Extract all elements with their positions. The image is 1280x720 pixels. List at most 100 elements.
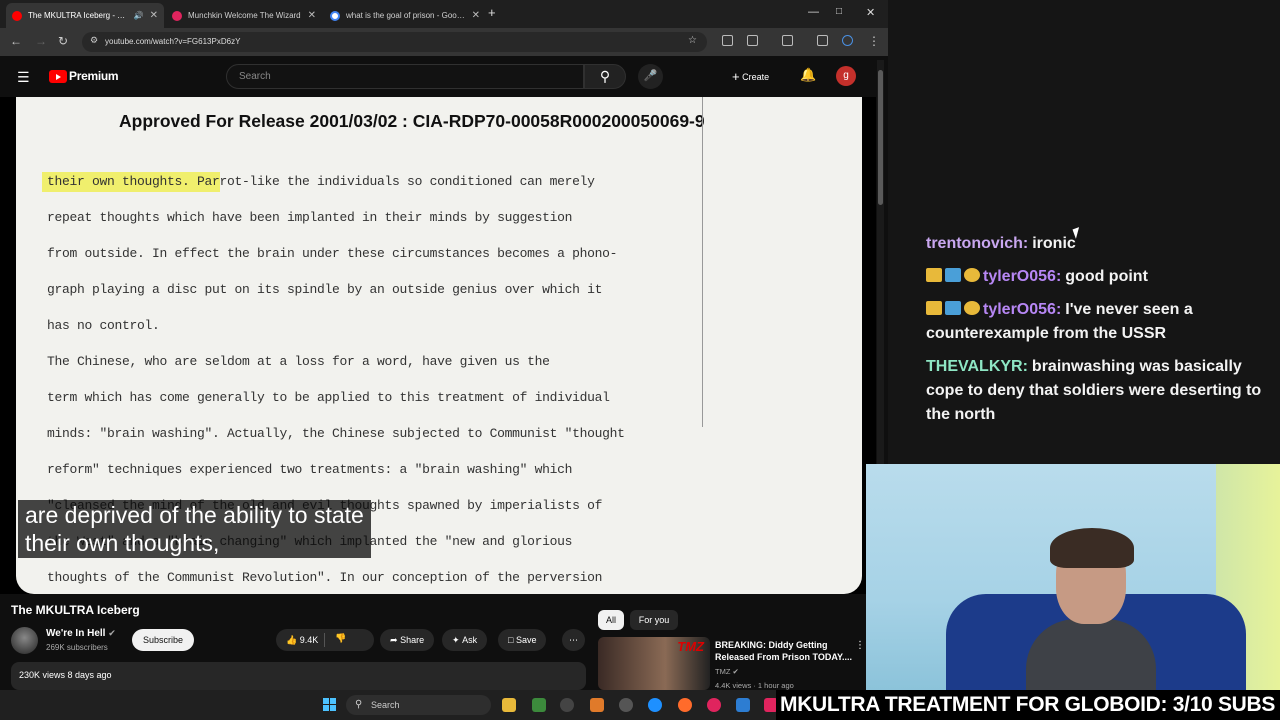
microphone-icon[interactable]: 🎤: [638, 64, 663, 89]
sidebar-icon[interactable]: [782, 35, 793, 46]
search-icon: ⚲: [355, 699, 363, 710]
hamburger-menu-icon[interactable]: ☰: [17, 69, 30, 86]
downloads-icon[interactable]: [817, 35, 828, 46]
channel-name[interactable]: We're In Hell ✔: [46, 628, 116, 639]
plus-icon: +: [732, 69, 740, 84]
new-tab-button[interactable]: +: [488, 5, 496, 20]
recommended-title[interactable]: BREAKING: Diddy Getting Released From Pr…: [715, 639, 855, 663]
thumbnail-logo: TMZ: [677, 639, 704, 654]
reload-icon[interactable]: ↻: [58, 34, 68, 48]
video-captions: are deprived of the ability to state the…: [18, 500, 371, 558]
forward-icon[interactable]: →: [35, 34, 47, 48]
create-label: Create: [742, 72, 770, 82]
extensions-icon[interactable]: [747, 35, 758, 46]
share-button[interactable]: ➦ Share: [380, 629, 435, 651]
more-actions-button[interactable]: ⋯: [562, 629, 585, 651]
doc-line: minds: "brain washing". Actually, the Ch…: [47, 426, 625, 441]
youtube-favicon-icon: [12, 10, 22, 21]
recommended-channel[interactable]: TMZ ✔: [715, 667, 739, 676]
chat-message: tylerO056: good point: [926, 265, 1266, 289]
page-fold-line: [702, 97, 703, 427]
subscriber-count: 269K subscribers: [46, 643, 108, 652]
chip-for-you[interactable]: For you: [630, 610, 678, 630]
premium-logo-text[interactable]: Premium: [69, 69, 119, 83]
youtube-logo-icon[interactable]: [49, 70, 67, 83]
dislike-button[interactable]: 👎: [324, 633, 356, 647]
chat-username: tylerO056:: [983, 268, 1062, 285]
audio-icon[interactable]: 🔊: [134, 11, 144, 20]
save-button[interactable]: □ Save: [498, 629, 547, 651]
app-icon[interactable]: [590, 698, 604, 712]
tab-youtube[interactable]: The MKULTRA Iceberg - YouTube 🔊 ✕: [6, 3, 164, 28]
sub-badge-icon: [945, 268, 961, 282]
close-tab-icon[interactable]: ✕: [472, 10, 480, 21]
like-dislike-group: 👍 9.4K 👎: [276, 629, 374, 651]
verified-icon: ✔: [108, 628, 116, 638]
google-favicon-icon: [330, 10, 340, 21]
back-icon[interactable]: ←: [10, 34, 22, 48]
tab-google[interactable]: what is the goal of prison - Google Sear…: [324, 3, 486, 28]
notifications-bell-icon[interactable]: 🔔: [800, 67, 816, 83]
like-button[interactable]: 👍 9.4K: [276, 635, 324, 646]
chat-message: THEVALKYR: brainwashing was basically cop…: [926, 355, 1266, 427]
doc-line: has no control.: [47, 318, 160, 333]
reading-list-icon[interactable]: [722, 35, 733, 46]
streamer-body: [1026, 619, 1156, 690]
doc-line: their own thoughts. Parrot-like the indi…: [47, 174, 595, 189]
maximize-button[interactable]: □: [836, 6, 842, 17]
doc-line: repeat thoughts which have been implante…: [47, 210, 573, 225]
share-icon: ➦: [390, 634, 398, 645]
webcam-feed: [866, 464, 1280, 690]
sparkle-icon: ✦: [452, 634, 460, 645]
scrollbar-thumb[interactable]: [878, 70, 883, 205]
bookmark-star-icon[interactable]: ☆: [688, 35, 697, 46]
recommended-channel-name: TMZ: [715, 667, 731, 676]
close-window-button[interactable]: ✕: [866, 6, 875, 19]
doc-line: thoughts of the Communist Revolution". I…: [47, 570, 603, 585]
tab-label: The MKULTRA Iceberg - YouTube: [28, 11, 130, 20]
ask-button[interactable]: ✦ Ask: [442, 629, 488, 651]
app-icon[interactable]: [707, 698, 721, 712]
app-icon[interactable]: [560, 698, 574, 712]
recommended-menu-icon[interactable]: ⋮: [855, 640, 865, 651]
bookmark-icon: □: [508, 635, 514, 645]
profile-icon[interactable]: [842, 35, 853, 46]
chip-all[interactable]: All: [598, 610, 624, 630]
app-icon[interactable]: [619, 698, 633, 712]
save-label: Save: [515, 635, 537, 645]
close-tab-icon[interactable]: ✕: [308, 10, 316, 21]
site-info-icon[interactable]: ⚙: [90, 35, 98, 46]
recommended-meta: 4.4K views · 1 hour ago: [715, 681, 794, 690]
search-input[interactable]: Search: [226, 64, 584, 89]
windows-start-icon[interactable]: [323, 698, 337, 712]
search-icon[interactable]: ⚲: [584, 64, 626, 89]
vscode-icon[interactable]: [736, 698, 750, 712]
verified-icon: ✔: [732, 667, 739, 676]
firefox-icon[interactable]: [678, 698, 692, 712]
file-explorer-icon[interactable]: [502, 698, 516, 712]
crown-badge-icon: [926, 268, 942, 282]
caption-line: their own thoughts,: [25, 530, 220, 556]
taskbar-search[interactable]: ⚲ Search: [346, 695, 491, 715]
video-player[interactable]: Approved For Release 2001/03/02 : CIA-RD…: [0, 97, 876, 594]
tier-badge-icon: [964, 301, 980, 315]
stream-banner: MKULTRA TREATMENT FOR GLOBOID: 3/10 SUBS: [776, 690, 1280, 720]
subscribe-button[interactable]: Subscribe: [132, 629, 194, 651]
menu-dots-icon[interactable]: ⋮: [868, 34, 880, 48]
description-box[interactable]: 230K views 8 days ago: [11, 662, 586, 690]
address-bar[interactable]: ⚙ youtube.com/watch?v=FG613PxD6zY ☆: [82, 32, 707, 52]
document-header: Approved For Release 2001/03/02 : CIA-RD…: [119, 111, 705, 131]
view-count-date: 230K views 8 days ago: [19, 670, 112, 680]
channel-avatar[interactable]: [11, 627, 38, 654]
video-title: The MKULTRA Iceberg: [11, 603, 140, 617]
create-button[interactable]: + Create: [732, 69, 769, 84]
search-placeholder: Search: [239, 71, 271, 82]
tab-munchkin[interactable]: Munchkin Welcome The Wizard ✕: [166, 3, 322, 28]
recommended-thumbnail[interactable]: TMZ: [598, 637, 710, 690]
taskbar-search-label: Search: [371, 700, 400, 710]
edge-icon[interactable]: [648, 698, 662, 712]
minimize-button[interactable]: —: [808, 6, 819, 18]
account-avatar[interactable]: g: [836, 66, 856, 86]
close-tab-icon[interactable]: ✕: [150, 10, 158, 21]
app-icon[interactable]: [532, 698, 546, 712]
